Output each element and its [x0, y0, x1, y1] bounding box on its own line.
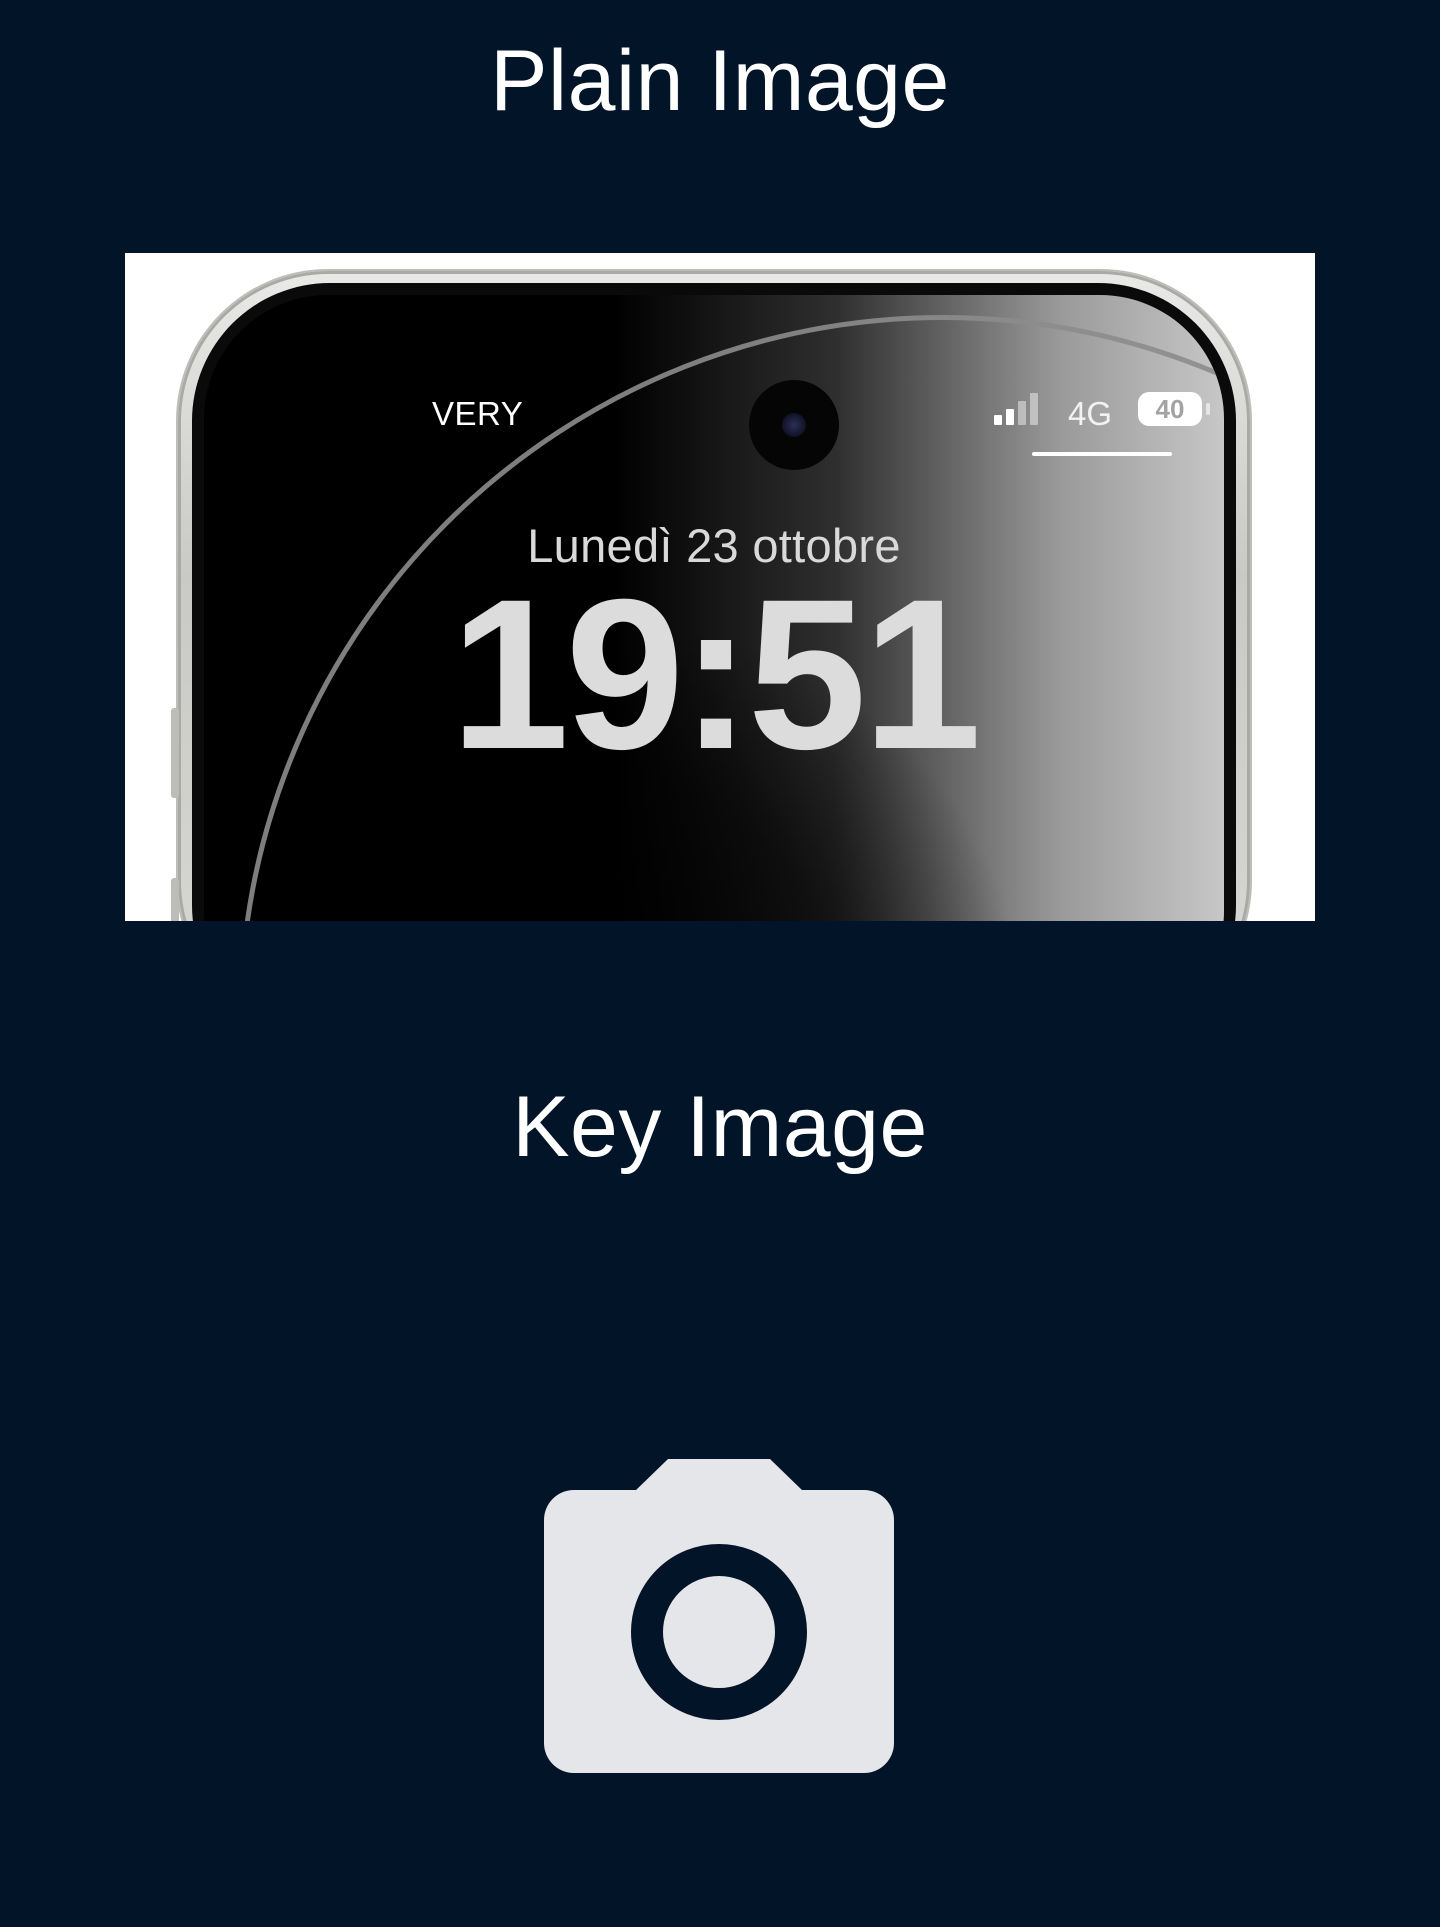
phone-frame: VERY 4G 40 Lunedì 23 ottobre 19:51: [178, 271, 1250, 921]
signal-bars-icon: [994, 393, 1046, 425]
phone-bezel: VERY 4G 40 Lunedì 23 ottobre 19:51: [192, 283, 1236, 921]
camera-icon: [544, 1459, 894, 1773]
network-type: 4G: [1068, 395, 1113, 432]
plain-image-title: Plain Image: [490, 33, 950, 129]
plain-image[interactable]: VERY 4G 40 Lunedì 23 ottobre 19:51: [125, 253, 1315, 921]
status-underline: [1032, 452, 1172, 456]
battery-icon: 40: [1138, 392, 1210, 426]
carrier-label: VERY: [432, 395, 524, 432]
lock-screen: VERY 4G 40 Lunedì 23 ottobre 19:51: [204, 295, 1224, 921]
key-image-title: Key Image: [512, 1079, 928, 1175]
lock-time: 19:51: [450, 555, 981, 794]
phone-side-button: [171, 878, 179, 921]
key-image-picker[interactable]: [544, 1457, 894, 1773]
phone-side-button: [171, 708, 179, 798]
front-camera-icon: [749, 380, 839, 470]
